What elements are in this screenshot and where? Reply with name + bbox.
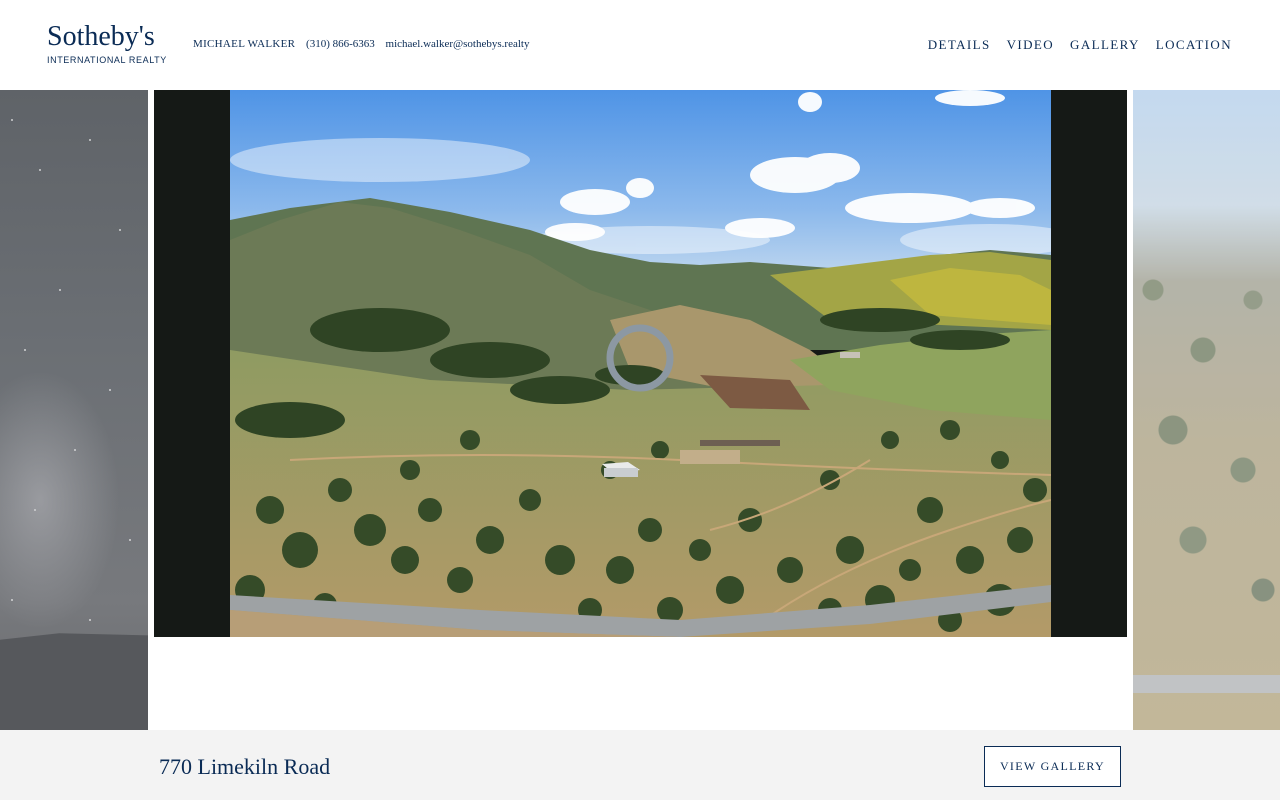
milky-way-glow bbox=[0, 370, 120, 630]
preview-trees bbox=[1133, 210, 1280, 670]
logo-wordmark: Sotheby's bbox=[47, 21, 155, 52]
photo-carousel bbox=[0, 90, 1280, 730]
nav-gallery[interactable]: GALLERY bbox=[1070, 37, 1140, 53]
nav-details[interactable]: DETAILS bbox=[928, 37, 991, 53]
sothebys-logo[interactable]: Sotheby's INTERNATIONAL REALTY bbox=[47, 21, 167, 66]
main-nav: DETAILS VIDEO GALLERY LOCATION bbox=[928, 37, 1232, 53]
agent-email-link[interactable]: michael.walker@sothebys.realty bbox=[386, 38, 530, 50]
nav-location[interactable]: LOCATION bbox=[1156, 37, 1232, 53]
site-header: Sotheby's INTERNATIONAL REALTY MICHAEL W… bbox=[0, 0, 1280, 90]
agent-phone-link[interactable]: (310) 866-6363 bbox=[306, 38, 375, 50]
current-slide[interactable] bbox=[154, 90, 1127, 637]
agent-contact: MICHAEL WALKER (310) 866-6363 michael.wa… bbox=[193, 38, 537, 50]
agent-name: MICHAEL WALKER bbox=[193, 38, 296, 50]
view-gallery-button[interactable]: VIEW GALLERY bbox=[984, 746, 1121, 787]
property-address: 770 Limekiln Road bbox=[159, 754, 331, 779]
listing-bar: 770 Limekiln Road VIEW GALLERY bbox=[0, 730, 1280, 800]
logo-tagline: INTERNATIONAL REALTY bbox=[47, 55, 167, 65]
nav-video[interactable]: VIDEO bbox=[1007, 37, 1054, 53]
aerial-ranch-photo bbox=[230, 90, 1051, 637]
next-slide-preview[interactable] bbox=[1133, 90, 1280, 730]
preview-road bbox=[1133, 675, 1280, 693]
previous-slide-preview[interactable] bbox=[0, 90, 148, 730]
